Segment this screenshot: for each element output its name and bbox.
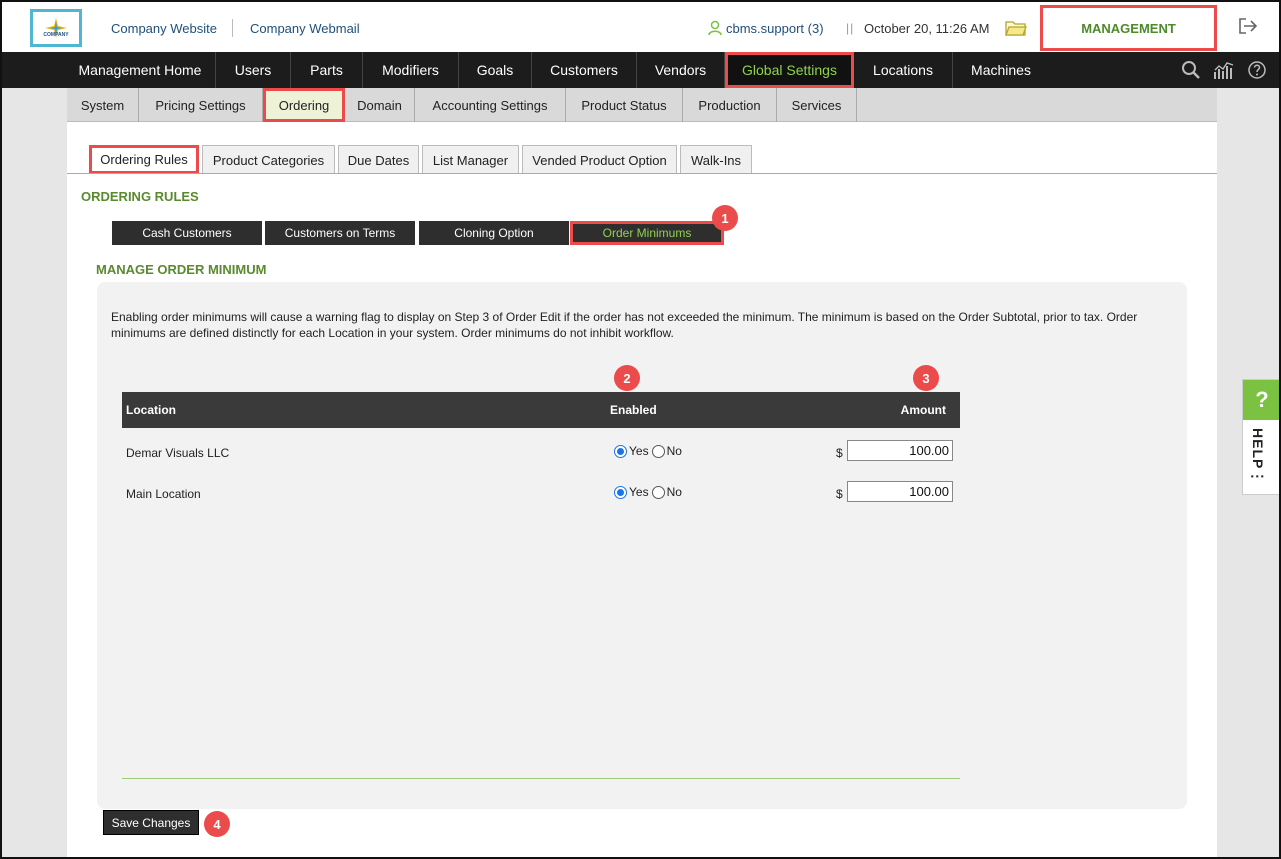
management-button[interactable]: MANAGEMENT bbox=[1040, 5, 1217, 51]
nav-customers[interactable]: Customers bbox=[532, 52, 637, 88]
table-footer-line bbox=[122, 778, 960, 779]
order-minimum-panel: Enabling order minimums will cause a war… bbox=[97, 282, 1187, 809]
cloning-option-button[interactable]: Cloning Option bbox=[419, 221, 569, 245]
user-icon bbox=[708, 20, 722, 36]
amount-input[interactable] bbox=[847, 440, 953, 461]
main-nav: Management Home Users Parts Modifiers Go… bbox=[2, 52, 1279, 88]
manage-order-minimum-title: MANAGE ORDER MINIMUM bbox=[96, 262, 267, 277]
nav-locations[interactable]: Locations bbox=[854, 52, 953, 88]
subnav-pricing-settings[interactable]: Pricing Settings bbox=[139, 88, 263, 122]
help-widget[interactable]: ? HELP⋮ bbox=[1242, 379, 1279, 495]
nav-users[interactable]: Users bbox=[216, 52, 291, 88]
save-changes-button[interactable]: Save Changes bbox=[103, 810, 199, 835]
order-minimums-button[interactable]: Order Minimums bbox=[570, 221, 724, 245]
subnav-ordering[interactable]: Ordering bbox=[263, 88, 345, 122]
tab-due-dates[interactable]: Due Dates bbox=[338, 145, 419, 174]
column-enabled: Enabled bbox=[610, 403, 657, 417]
no-label: No bbox=[666, 485, 682, 499]
nav-modifiers[interactable]: Modifiers bbox=[363, 52, 459, 88]
nav-parts[interactable]: Parts bbox=[291, 52, 363, 88]
amount-input[interactable] bbox=[847, 481, 953, 502]
app-frame: COMPANY Company Website Company Webmail … bbox=[0, 0, 1281, 859]
tab-divider bbox=[67, 173, 1217, 174]
nav-machines[interactable]: Machines bbox=[953, 52, 1049, 88]
minimums-table-header: Location Enabled Amount bbox=[122, 392, 960, 428]
logout-icon[interactable] bbox=[1237, 16, 1259, 36]
top-bar: COMPANY Company Website Company Webmail … bbox=[2, 2, 1279, 52]
folder-icon[interactable] bbox=[1005, 19, 1027, 37]
enabled-yes-radio[interactable] bbox=[614, 444, 627, 458]
step-badge-2: 2 bbox=[614, 365, 640, 391]
column-location: Location bbox=[126, 403, 176, 417]
current-datetime: October 20, 11:26 AM bbox=[864, 21, 990, 36]
subnav-services[interactable]: Services bbox=[777, 88, 857, 122]
subnav-system[interactable]: System bbox=[67, 88, 139, 122]
tab-walk-ins[interactable]: Walk-Ins bbox=[680, 145, 752, 174]
enabled-radio-group: Yes No bbox=[614, 444, 682, 458]
enabled-no-radio[interactable] bbox=[651, 485, 665, 499]
column-amount: Amount bbox=[900, 403, 946, 417]
tab-list-manager[interactable]: List Manager bbox=[422, 145, 519, 174]
content-panel: Ordering Rules Product Categories Due Da… bbox=[67, 122, 1217, 857]
ordering-rules-title: ORDERING RULES bbox=[81, 189, 199, 204]
company-logo[interactable]: COMPANY bbox=[30, 9, 82, 47]
top-divider bbox=[232, 19, 233, 37]
table-row: Main Location Yes No $ bbox=[122, 479, 960, 509]
subnav-product-status[interactable]: Product Status bbox=[566, 88, 683, 122]
yes-label: Yes bbox=[629, 444, 649, 458]
subnav-production[interactable]: Production bbox=[683, 88, 777, 122]
table-row: Demar Visuals LLC Yes No $ bbox=[122, 438, 960, 468]
tab-ordering-rules[interactable]: Ordering Rules bbox=[89, 145, 199, 174]
currency-symbol: $ bbox=[836, 487, 843, 501]
enabled-no-radio[interactable] bbox=[651, 444, 665, 458]
header-separator: || bbox=[846, 21, 855, 35]
tab-product-categories[interactable]: Product Categories bbox=[202, 145, 335, 174]
yes-label: Yes bbox=[629, 485, 649, 499]
no-label: No bbox=[666, 444, 682, 458]
nav-global-settings[interactable]: Global Settings bbox=[725, 52, 854, 88]
help-label: HELP⋮ bbox=[1250, 428, 1266, 485]
nav-management-home[interactable]: Management Home bbox=[65, 52, 216, 88]
nav-vendors[interactable]: Vendors bbox=[637, 52, 725, 88]
enabled-yes-radio[interactable] bbox=[614, 485, 627, 499]
step-badge-1: 1 bbox=[712, 205, 738, 231]
help-circle-icon[interactable] bbox=[1247, 60, 1267, 80]
search-icon[interactable] bbox=[1181, 60, 1201, 80]
location-name: Demar Visuals LLC bbox=[126, 446, 230, 460]
analytics-icon[interactable] bbox=[1213, 60, 1235, 80]
user-name: cbms.support (3) bbox=[726, 21, 824, 36]
user-menu[interactable]: cbms.support (3) bbox=[707, 20, 824, 36]
nav-icons bbox=[1181, 60, 1267, 80]
order-minimum-description: Enabling order minimums will cause a war… bbox=[111, 310, 1138, 340]
help-question-icon: ? bbox=[1243, 380, 1279, 420]
enabled-radio-group: Yes No bbox=[614, 485, 682, 499]
location-name: Main Location bbox=[126, 487, 201, 501]
subnav-accounting-settings[interactable]: Accounting Settings bbox=[415, 88, 566, 122]
subnav-domain[interactable]: Domain bbox=[345, 88, 415, 122]
step-badge-3: 3 bbox=[913, 365, 939, 391]
logo-text: COMPANY bbox=[43, 32, 69, 38]
currency-symbol: $ bbox=[836, 446, 843, 460]
company-webmail-link[interactable]: Company Webmail bbox=[250, 21, 360, 36]
step-badge-4: 4 bbox=[204, 811, 230, 837]
customers-on-terms-button[interactable]: Customers on Terms bbox=[265, 221, 415, 245]
tab-vended-product-option[interactable]: Vended Product Option bbox=[522, 145, 677, 174]
left-gutter bbox=[2, 88, 67, 857]
company-website-link[interactable]: Company Website bbox=[111, 21, 217, 36]
sub-nav: System Pricing Settings Ordering Domain … bbox=[67, 88, 1217, 122]
nav-goals[interactable]: Goals bbox=[459, 52, 532, 88]
cash-customers-button[interactable]: Cash Customers bbox=[112, 221, 262, 245]
